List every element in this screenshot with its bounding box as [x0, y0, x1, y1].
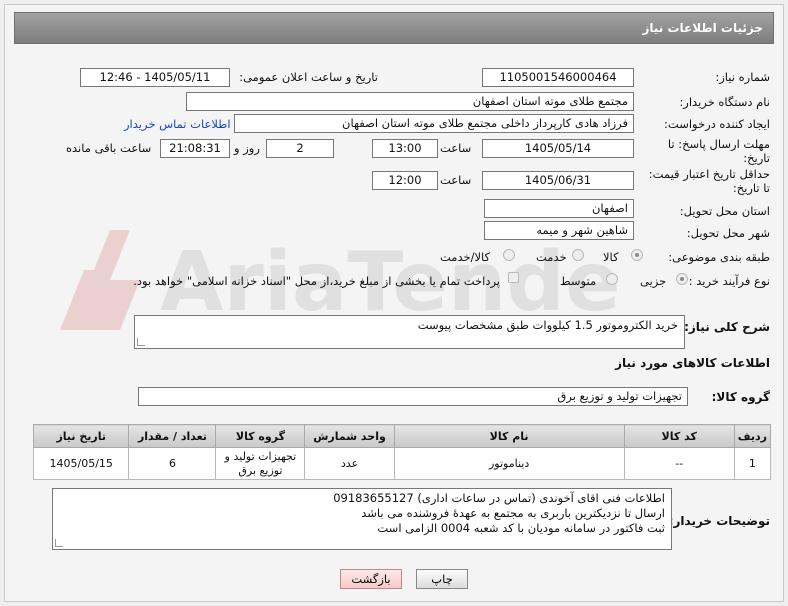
remaining-days-field: 2: [266, 139, 334, 158]
col-unit: واحد شمارش: [304, 424, 395, 448]
goods-group-label: گروه کالا:: [711, 390, 770, 404]
province-label: استان محل تحویل:: [679, 204, 770, 218]
category-goods-label: کالا: [603, 250, 619, 264]
category-both-radio[interactable]: [503, 249, 515, 261]
process-minor-radio[interactable]: [676, 273, 688, 285]
col-row: ردیف: [733, 424, 772, 448]
validity-label: حداقل تاریخ اعتبار قیمت:: [648, 167, 770, 181]
page-title: جزئیات اطلاعات نیاز: [642, 21, 763, 35]
validity-date-field: 1405/06/31: [482, 171, 634, 190]
announce-field: 1405/05/11 - 12:46: [80, 68, 230, 87]
remaining-time-label: ساعت باقی مانده: [66, 141, 152, 155]
deadline-time-field: 13:00: [372, 139, 438, 158]
cell-code: --: [623, 447, 735, 480]
col-qty: تعداد / مقدار: [128, 424, 217, 448]
buyer-notes-line: ثبت فاکتور در سامانه مودیان با کد شعبه 0…: [377, 521, 665, 535]
cell-row: 1: [733, 447, 772, 480]
city-label: شهر محل تحویل:: [686, 226, 770, 240]
print-button[interactable]: چاپ: [416, 569, 468, 589]
col-name: نام کالا: [393, 424, 625, 448]
province-field: اصفهان: [484, 199, 634, 218]
resize-grip-icon[interactable]: [55, 539, 63, 547]
buyer-notes-label: توضیحات خریدار:: [668, 514, 770, 528]
category-service-label: خدمت: [536, 250, 567, 264]
validity-date-label: تا تاریخ:: [732, 181, 770, 195]
validity-time-field: 12:00: [372, 171, 438, 190]
creator-field: فرزاد هادی کارپرداز داخلی مجتمع طلای موت…: [234, 114, 634, 133]
col-date: تاریخ نیاز: [32, 424, 130, 448]
back-button[interactable]: بازگشت: [340, 569, 402, 589]
remaining-time-field: 21:08:31: [160, 139, 230, 158]
cell-name: دیناموتور: [393, 447, 625, 480]
category-goods-radio[interactable]: [631, 249, 643, 261]
city-field: شاهین شهر و میمه: [484, 221, 634, 240]
need-number-label: شماره نیاز:: [715, 70, 770, 84]
buyer-notes-line: اطلاعات فنی اقای آخوندی (تماس در ساعات ا…: [333, 491, 665, 505]
creator-label: ایجاد کننده درخواست:: [664, 117, 770, 131]
description-label: شرح کلی نیاز:: [684, 320, 770, 334]
process-medium-label: متوسط: [560, 274, 597, 288]
buyer-org-label: نام دستگاه خریدار:: [679, 95, 770, 109]
category-both-label: کالا/خدمت: [440, 250, 491, 264]
goods-table: ردیف کد کالا نام کالا واحد شمارش گروه کا…: [32, 424, 772, 480]
buyer-contact-link[interactable]: اطلاعات تماس خریدار: [124, 117, 231, 131]
cell-qty: 6: [128, 447, 217, 480]
treasury-payment-checkbox[interactable]: [508, 272, 519, 283]
process-medium-radio[interactable]: [606, 273, 618, 285]
cell-date: 1405/05/15: [32, 447, 130, 480]
cell-group: تجهیزات تولید و توزیع برق: [215, 447, 306, 480]
validity-time-label: ساعت: [440, 173, 472, 187]
buyer-org-field: مجتمع طلای موته استان اصفهان: [186, 92, 634, 111]
deadline-time-label: ساعت: [440, 141, 472, 155]
day-and-label: روز و: [234, 141, 260, 155]
goods-group-field: تجهیزات تولید و توزیع برق: [138, 387, 688, 406]
goods-table-header: ردیف کد کالا نام کالا واحد شمارش گروه کا…: [32, 424, 772, 448]
deadline-date-field: 1405/05/14: [482, 139, 634, 158]
cell-unit: عدد: [304, 447, 395, 480]
category-label: طبقه بندی موضوعی:: [668, 250, 770, 264]
process-minor-label: جزیی: [640, 274, 667, 288]
buyer-notes-textarea[interactable]: اطلاعات فنی اقای آخوندی (تماس در ساعات ا…: [52, 488, 672, 550]
buyer-notes-line: ارسال تا نزدیکترین باربری به مجتمع به عه…: [361, 506, 665, 520]
goods-section-title: اطلاعات کالاهای مورد نیاز: [615, 356, 770, 370]
deadline-date-label: تاریخ:: [743, 151, 770, 165]
page-header: جزئیات اطلاعات نیاز: [14, 12, 774, 44]
description-text: خرید الکتروموتور 1.5 کیلووات طبق مشخصات …: [417, 318, 678, 332]
deadline-label: مهلت ارسال پاسخ: تا: [667, 137, 770, 151]
table-row: 1 -- دیناموتور عدد تجهیزات تولید و توزیع…: [32, 447, 772, 480]
description-textarea[interactable]: خرید الکتروموتور 1.5 کیلووات طبق مشخصات …: [134, 315, 685, 349]
resize-grip-icon[interactable]: [137, 338, 145, 346]
col-group: گروه کالا: [215, 424, 306, 448]
col-code: کد کالا: [623, 424, 735, 448]
need-number-field: 1105001546000464: [482, 68, 634, 87]
category-service-radio[interactable]: [572, 249, 584, 261]
process-label: نوع فرآیند خرید :: [688, 274, 770, 288]
payment-note: پرداخت تمام یا بخشی از مبلغ خرید،از محل …: [133, 274, 500, 288]
announce-label: تاریخ و ساعت اعلان عمومی:: [239, 70, 378, 84]
